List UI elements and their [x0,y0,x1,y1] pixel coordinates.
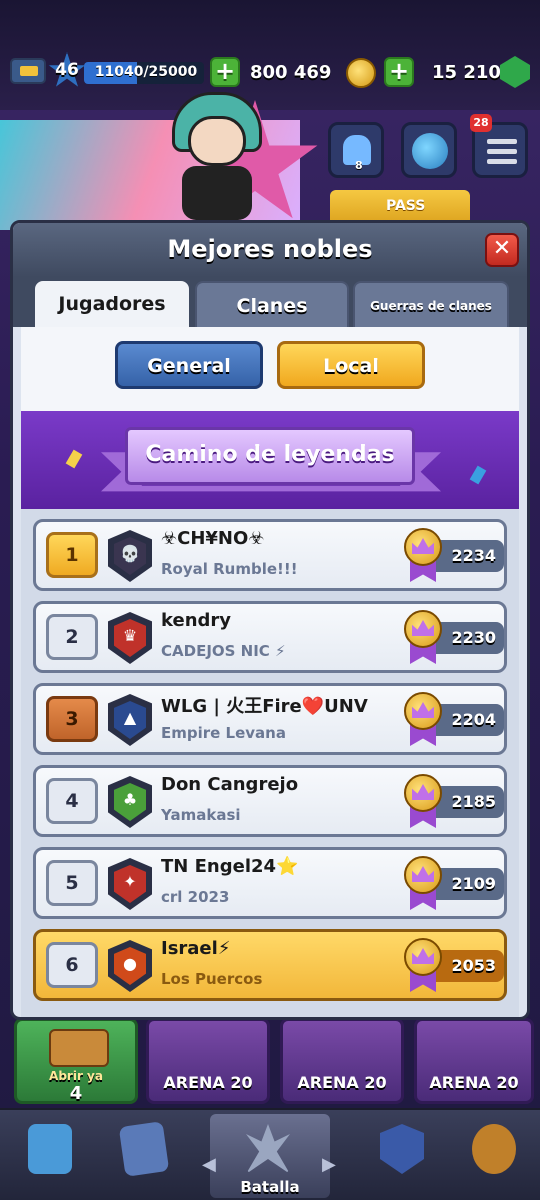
clan-badge-glyph-icon: ● [123,954,137,973]
chest-arena-label: ARENA 20 [163,1073,253,1092]
nav-battle-label: Batalla [240,1178,300,1196]
player-name: ☣CH¥NO☣ [161,528,265,549]
player-name: WLG | 火王Fire❤️UNV [161,696,368,717]
chest-arena-label: ARENA 20 [297,1073,387,1092]
scope-selector: General Local [21,327,519,411]
rank-number: 4 [46,778,98,824]
chest-slot-open[interactable]: Abrir ya 4 [14,1018,138,1104]
leaderboard-row[interactable]: 4 ♣ Don Cangrejo Yamakasi 2185 [33,765,507,837]
gem-icon [500,56,530,88]
rank-number: 2 [46,614,98,660]
add-gems-button[interactable]: + [384,57,414,87]
confetti-decoration [65,449,83,469]
rank-number: 5 [46,860,98,906]
close-button[interactable]: ✕ [485,233,519,267]
pass-label: PASS [386,198,426,214]
crown-medal-icon [404,692,442,746]
clan-badge-icon: ♣ [108,776,152,828]
player-name: Don Cangrejo [161,774,299,795]
crown-medal-icon [404,610,442,664]
chest-icon [49,1029,109,1067]
clan-button[interactable] [401,122,457,178]
player-name: Israel⚡ [161,938,231,959]
add-gold-button[interactable]: + [210,57,240,87]
player-name: TN Engel24⭐ [161,856,299,877]
tab-bar: Jugadores Clanes Guerras de clanes [13,277,527,327]
leaderboard-row[interactable]: 3 ▲ WLG | 火王Fire❤️UNV Empire Levana 2204 [33,683,507,755]
crown-medal-icon [404,528,442,582]
modal-title: Mejores nobles [167,235,373,263]
shop-chest-icon [28,1124,72,1174]
nav-battle[interactable]: ◀ ▶ Batalla [202,1114,336,1198]
nav-shop[interactable] [2,1114,98,1198]
nav-clan[interactable] [354,1114,450,1198]
player-level: 46 [55,60,79,80]
friends-count: 8 [355,159,363,172]
clan-badge-icon: ♛ [108,612,152,664]
tab-clans[interactable]: Clanes [195,281,349,327]
xp-text: 11040/25000 [94,64,198,80]
tab-players[interactable]: Jugadores [35,281,189,327]
gold-amount: 800 469 [250,62,332,83]
clan-badge-glyph-icon: ♣ [122,790,138,809]
rank-number: 3 [46,696,98,742]
clan-name: Royal Rumble!!! [161,560,298,578]
rank-number: 1 [46,532,98,578]
cards-icon [118,1121,170,1177]
crossed-swords-icon [246,1124,290,1174]
chest-slot-arena[interactable]: ARENA 20 [146,1018,270,1104]
player-avatar[interactable] [162,92,272,222]
clan-badge-glyph-icon: ✦ [123,872,137,891]
events-laurel-icon [472,1124,516,1174]
chest-slot-arena[interactable]: ARENA 20 [414,1018,534,1104]
menu-icon [487,139,517,144]
leaderboard-row[interactable]: 2 ♛ kendry CADEJOS NIC ⚡ 2230 [33,601,507,673]
clan-badge-glyph-icon: ▲ [123,708,137,727]
crown-medal-icon [404,774,442,828]
clan-badge-icon: ● [108,940,152,992]
leaderboard-row[interactable]: 6 ● Israel⚡ Los Puercos 2053 [33,929,507,1001]
nav-left-arrow-icon[interactable]: ◀ [202,1154,216,1175]
general-button[interactable]: General [115,341,263,389]
nav-right-arrow-icon[interactable]: ▶ [322,1154,336,1175]
clan-badge-icon: ▲ [108,694,152,746]
clan-badge-icon: 💀 [108,530,152,582]
gold-coin-icon [346,58,376,88]
friends-button[interactable]: 8 [328,122,384,178]
clan-name: Yamakasi [161,806,241,824]
clan-name: crl 2023 [161,888,230,906]
tab-clan-wars[interactable]: Guerras de clanes [353,281,509,327]
confetti-decoration [469,465,487,485]
chest-arena-label: ARENA 20 [429,1073,519,1092]
player-name: kendry [161,610,232,631]
modal-header: Mejores nobles ✕ [13,223,527,277]
clan-name: Empire Levana [161,724,286,742]
globe-icon [412,133,448,169]
crown-medal-icon [404,856,442,910]
clan-shield-icon [380,1124,424,1174]
open-now-label: Abrir ya [49,1069,103,1083]
chest-slot-arena[interactable]: ARENA 20 [280,1018,404,1104]
nav-cards[interactable] [96,1114,192,1198]
clan-name: CADEJOS NIC ⚡ [161,642,286,660]
crown-icon[interactable] [10,58,46,84]
bottom-navigation: ◀ ▶ Batalla [0,1108,540,1200]
clan-badge-glyph-icon: ♛ [122,626,138,645]
clan-badge-glyph-icon: 💀 [120,544,140,563]
local-button[interactable]: Local [277,341,425,389]
leaderboard-row[interactable]: 5 ✦ TN Engel24⭐ crl 2023 2109 [33,847,507,919]
notification-badge: 28 [470,114,492,132]
crown-medal-icon [404,938,442,992]
league-title: Camino de leyendas [145,442,395,467]
clan-badge-icon: ✦ [108,858,152,910]
leaderboard-row[interactable]: 1 💀 ☣CH¥NO☣ Royal Rumble!!! 2234 [33,519,507,591]
leaderboard-modal: Mejores nobles ✕ Jugadores Clanes Guerra… [10,220,530,1020]
open-cost: 4 [69,1083,83,1104]
rank-number: 6 [46,942,98,988]
clan-name: Los Puercos [161,970,263,988]
leaderboard-list[interactable]: 1 💀 ☣CH¥NO☣ Royal Rumble!!! 2234 2 ♛ kendry CADE… [21,509,519,1017]
nav-events[interactable] [446,1114,540,1198]
league-banner: Camino de leyendas [21,411,519,509]
gem-amount: 15 210 [432,62,501,83]
